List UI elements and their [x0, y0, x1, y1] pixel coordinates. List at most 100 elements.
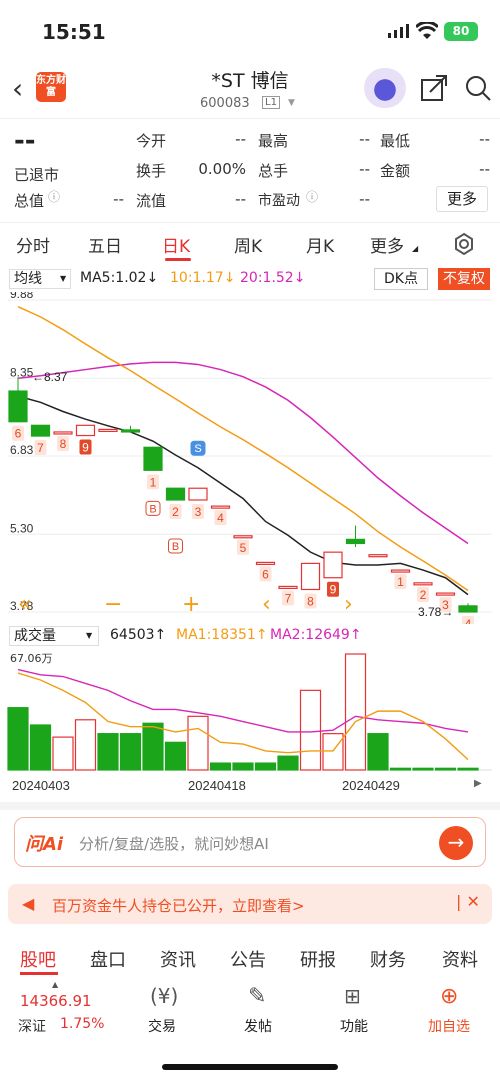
search-icon[interactable]	[464, 74, 492, 102]
promo-banner[interactable]: ◀ 百万资金牛人持仓已公开，立即查看> | ✕	[8, 884, 492, 924]
volume-bar	[434, 767, 457, 771]
ai-placeholder: 分析/复盘/选股，就问妙想AI	[79, 835, 269, 853]
volume-bar	[142, 722, 164, 771]
level-badge[interactable]: L1	[262, 96, 280, 109]
td-count-label: 2	[172, 505, 179, 519]
ai-logo: 问Ai	[25, 834, 64, 855]
amount-label: 金额	[380, 162, 411, 180]
volume-value-legend: 64503↑	[110, 627, 167, 643]
nav-add-watchlist[interactable]: 加自选	[428, 1016, 470, 1036]
volume-bar	[74, 719, 97, 771]
high-value: --	[359, 130, 370, 148]
index-value[interactable]: 14366.91	[20, 992, 92, 1010]
high-price-marker: ←8.37	[32, 370, 68, 384]
quote-divider	[0, 222, 500, 223]
banner-text: 百万资金牛人持仓已公开，立即查看>	[52, 897, 305, 915]
volume-bar	[344, 653, 367, 771]
td-count-label: 4	[465, 617, 472, 624]
dk-point-button[interactable]: DK点	[374, 268, 428, 290]
volume-bar	[209, 762, 232, 771]
tab-guba[interactable]: 股吧	[20, 946, 56, 972]
signal-label: B	[149, 503, 156, 515]
index-up-icon: ▲	[52, 980, 59, 989]
volume-bar	[52, 736, 74, 771]
nav-trade[interactable]: 交易	[148, 1016, 176, 1036]
tab-intraday[interactable]: 分时	[16, 232, 50, 257]
banner-close-icon[interactable]: | ✕	[456, 892, 480, 911]
candle-body	[458, 605, 478, 613]
settings-gear-icon[interactable]	[452, 232, 476, 256]
candle-body	[323, 551, 343, 579]
candle-body	[255, 561, 276, 565]
tab-weekly-k[interactable]: 周K	[234, 232, 262, 257]
amount-value: --	[479, 160, 490, 178]
candle-body	[120, 429, 141, 433]
volume-bar	[97, 733, 119, 771]
price-axis-label: 9.88	[10, 292, 34, 301]
td-count-label: 7	[37, 441, 44, 455]
td-count-label: 5	[240, 541, 247, 555]
nav-post[interactable]: 发帖	[244, 1016, 272, 1036]
tab-profile[interactable]: 资料	[442, 946, 478, 972]
candle-body	[8, 390, 28, 423]
share-icon[interactable]	[420, 74, 448, 102]
nav-function[interactable]: 功能	[340, 1016, 368, 1036]
market-cap-label: 总值	[14, 192, 45, 210]
pe-info-icon[interactable]: ⓘ	[306, 188, 318, 205]
date-tick-label: 20240418	[188, 778, 246, 793]
pan-right-icon[interactable]: ›	[344, 592, 353, 617]
home-indicator	[162, 1064, 338, 1070]
candle-body	[435, 592, 456, 596]
tab-news[interactable]: 资讯	[160, 946, 196, 972]
section-gap	[0, 802, 500, 810]
tab-finance[interactable]: 财务	[370, 946, 406, 972]
ai-send-arrow-icon[interactable]: →	[439, 826, 473, 860]
candlestick-chart[interactable]: 9.888.356.835.303.7867 8 912 3 4567 891234←8.…	[0, 292, 500, 624]
ai-search-bar[interactable]: 问Ai 分析/复盘/选股，就问妙想AI →	[14, 817, 486, 867]
tab-monthly-k[interactable]: 月K	[306, 232, 334, 257]
indicator-select[interactable]: 均线 ▼	[9, 269, 71, 289]
level-dropdown-icon[interactable]: ▼	[288, 98, 295, 108]
open-value: --	[235, 130, 246, 148]
megaphone-icon: ◀	[22, 894, 35, 913]
candle-body	[188, 487, 208, 501]
tab-announcement[interactable]: 公告	[230, 946, 266, 972]
volume-indicator-select[interactable]: 成交量 ▼	[9, 626, 99, 646]
chart-forward-icon[interactable]: ▶	[474, 778, 482, 789]
tab-research[interactable]: 研报	[300, 946, 336, 972]
indicator-select-value: 均线	[14, 271, 42, 287]
td-count-label: 9	[330, 583, 337, 597]
pan-left-icon[interactable]: ‹	[262, 592, 271, 617]
volume-chart[interactable]: 20240403 20240418 20240429	[0, 644, 500, 800]
ma5-legend: MA5:1.02↓	[80, 270, 159, 286]
volume-bar	[164, 741, 187, 771]
zoom-out-icon[interactable]: −	[104, 592, 122, 617]
tab-five-day[interactable]: 五日	[88, 232, 122, 257]
trade-icon: (¥)	[150, 984, 179, 1008]
signal-label: B	[172, 541, 179, 553]
zoom-in-icon[interactable]: +	[182, 592, 200, 617]
candle-body	[75, 424, 96, 437]
low-value: --	[479, 130, 490, 148]
adjust-button[interactable]: 不复权	[438, 268, 490, 290]
info-icon[interactable]: ⓘ	[48, 188, 60, 205]
td-count-label: 8	[307, 594, 314, 608]
high-label: 最高	[258, 132, 289, 150]
volume-bar	[322, 733, 344, 771]
td-count-label: 7	[285, 591, 292, 605]
tab-daily-k[interactable]: 日K	[162, 232, 190, 257]
chevron-down-icon: ▼	[86, 631, 93, 640]
float-cap-label: 流值	[136, 192, 167, 210]
scroll-left-icon[interactable]: «	[18, 592, 31, 617]
stock-code: 600083	[200, 96, 250, 111]
tab-more[interactable]: 更多	[370, 232, 404, 257]
status-time: 15:51	[42, 20, 106, 44]
td-count-label: 6	[262, 567, 269, 581]
volume-bar	[7, 707, 29, 771]
ai-robot-icon[interactable]	[364, 68, 406, 108]
more-button[interactable]: 更多	[436, 186, 488, 212]
td-count-label: 8	[60, 437, 67, 451]
low-price-marker: 3.78→	[418, 605, 453, 619]
index-change: 1.75%	[60, 1016, 105, 1032]
tab-pankou[interactable]: 盘口	[90, 946, 126, 972]
